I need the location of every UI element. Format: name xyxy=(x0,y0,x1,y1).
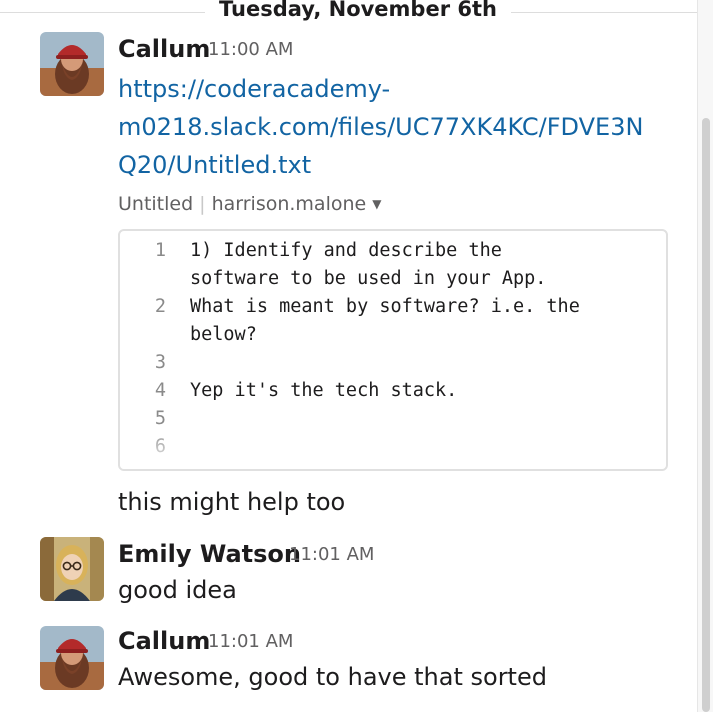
code-line: below? xyxy=(190,324,257,345)
file-link-line: m0218.slack.com/files/UC77XK4KC/FDVE3N xyxy=(118,113,644,141)
code-line: software to be used in your App. xyxy=(190,268,547,289)
file-link-line: https://coderacademy- xyxy=(118,75,391,103)
code-line: 1) Identify and describe the xyxy=(190,240,502,261)
message-timestamp[interactable]: 11:00 AM xyxy=(208,39,293,60)
message-sender[interactable]: Callum xyxy=(118,627,210,655)
line-number: 3 xyxy=(154,352,166,373)
snippet-fade xyxy=(120,427,666,469)
meta-separator: | xyxy=(199,193,206,215)
code-snippet[interactable]: 1 2 3 4 5 6 1) Identify and describe the… xyxy=(118,229,668,471)
message-sender[interactable]: Callum xyxy=(118,35,210,63)
avatar-photo-icon xyxy=(40,537,104,601)
message-sender[interactable]: Emily Watson xyxy=(118,540,301,568)
avatar-callum[interactable] xyxy=(40,626,104,690)
avatar-callum[interactable] xyxy=(40,32,104,96)
message-text: good idea xyxy=(118,576,237,604)
caret-down-icon[interactable]: ▼ xyxy=(372,197,381,211)
message-timestamp[interactable]: 11:01 AM xyxy=(208,631,293,652)
message-timestamp[interactable]: 11:01 AM xyxy=(289,544,374,565)
line-number: 4 xyxy=(154,380,166,401)
avatar-photo-icon xyxy=(40,626,104,690)
line-number: 1 xyxy=(154,240,166,261)
day-divider: Tuesday, November 6th xyxy=(0,0,697,26)
file-name[interactable]: Untitled xyxy=(118,193,193,215)
file-meta: Untitled | harrison.malone ▼ xyxy=(118,193,381,215)
code-line: Yep it's the tech stack. xyxy=(190,380,458,401)
file-link-line: Q20/Untitled.txt xyxy=(118,151,312,179)
file-owner[interactable]: harrison.malone xyxy=(212,193,367,215)
avatar-emily-watson[interactable] xyxy=(40,537,104,601)
message-text: Awesome, good to have that sorted xyxy=(118,663,547,691)
line-number: 5 xyxy=(154,408,166,429)
avatar-photo-icon xyxy=(40,32,104,96)
message-text: this might help too xyxy=(118,488,346,516)
day-divider-label[interactable]: Tuesday, November 6th xyxy=(205,0,511,21)
file-link[interactable]: https://coderacademy- m0218.slack.com/fi… xyxy=(118,70,678,184)
scrollbar-thumb[interactable] xyxy=(702,118,710,712)
line-number: 2 xyxy=(154,296,166,317)
code-line: What is meant by software? i.e. the xyxy=(190,296,580,317)
